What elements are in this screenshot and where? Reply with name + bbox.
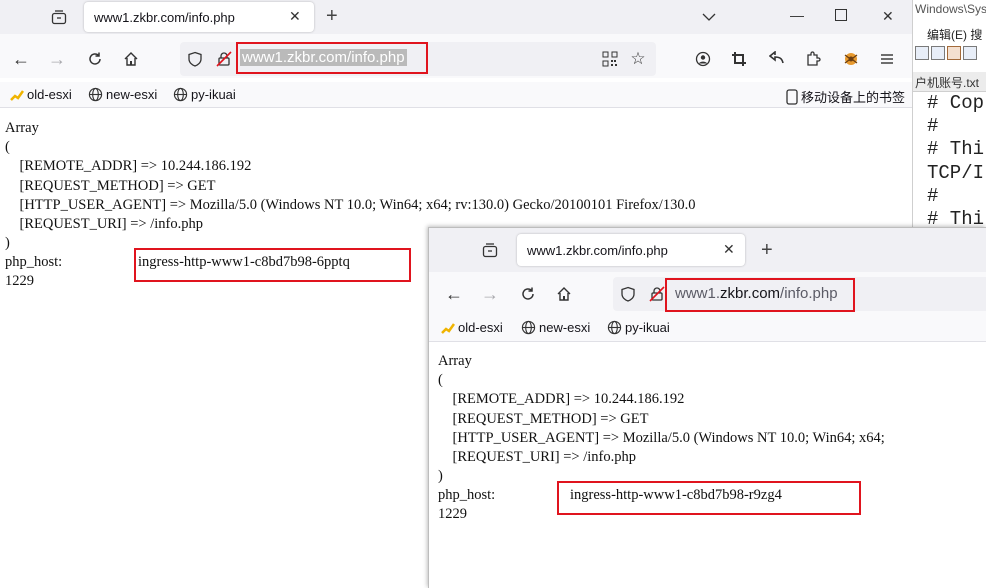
tab-list-icon[interactable] bbox=[477, 237, 503, 263]
editor-copy-icon[interactable] bbox=[931, 46, 945, 60]
folder-icon bbox=[10, 89, 24, 101]
bookmark-label: old-esxi bbox=[27, 87, 72, 102]
plus-icon[interactable]: + bbox=[761, 240, 773, 260]
globe-icon bbox=[173, 87, 188, 102]
bookmark-label: py-ikuai bbox=[191, 87, 236, 102]
bookmark-old-esxi[interactable]: old-esxi bbox=[10, 87, 72, 102]
globe-icon bbox=[607, 320, 622, 335]
addon-icon[interactable] bbox=[838, 46, 864, 72]
maximize-icon[interactable] bbox=[835, 9, 847, 23]
bookmark-label: 移动设备上的书签 bbox=[801, 90, 906, 105]
reload-icon[interactable] bbox=[515, 281, 541, 307]
editor-clip-icon[interactable] bbox=[963, 46, 977, 60]
close-icon[interactable]: ✕ bbox=[723, 241, 735, 258]
lock-slash-icon[interactable] bbox=[647, 284, 667, 304]
highlight-box-url bbox=[236, 42, 428, 74]
request-count: 1229 bbox=[5, 273, 34, 289]
reload-icon[interactable] bbox=[82, 46, 108, 72]
home-icon[interactable] bbox=[118, 46, 144, 72]
highlight-box-url bbox=[665, 278, 855, 312]
editor-title: Windows\Syste bbox=[915, 2, 986, 16]
back-arrow-icon[interactable]: ← bbox=[441, 281, 467, 307]
tab-title: www1.zkbr.com/info.php bbox=[527, 242, 668, 258]
minimize-icon[interactable]: — bbox=[790, 8, 804, 22]
request-count: 1229 bbox=[438, 506, 467, 522]
mobile-icon bbox=[786, 88, 798, 105]
close-icon[interactable]: ✕ bbox=[289, 8, 301, 25]
mobile-bookmarks[interactable]: 移动设备上的书签 bbox=[786, 87, 905, 106]
bookmark-py-ikuai[interactable]: py-ikuai bbox=[607, 320, 670, 335]
account-icon[interactable] bbox=[690, 46, 716, 72]
screenshot-icon[interactable] bbox=[726, 46, 752, 72]
qr-code-icon[interactable] bbox=[600, 49, 620, 69]
page-content: Array ( [REMOTE_ADDR] => 10.244.186.192 … bbox=[429, 342, 986, 588]
tab-active[interactable]: www1.zkbr.com/info.php ✕ bbox=[517, 234, 745, 266]
globe-icon bbox=[521, 320, 536, 335]
forward-arrow-icon[interactable]: → bbox=[477, 281, 503, 307]
editor-tab[interactable]: 户机账号.txt bbox=[913, 72, 986, 92]
editor-text: # Cop # # Thi TCP/I # # Thi bbox=[927, 92, 985, 231]
tab-active[interactable]: www1.zkbr.com/info.php ✕ bbox=[84, 2, 314, 32]
extensions-icon[interactable] bbox=[800, 46, 826, 72]
browser-window-2: www1.zkbr.com/info.php ✕ + ← → www1.zkbr… bbox=[428, 227, 986, 588]
window-close-icon[interactable]: ✕ bbox=[882, 9, 894, 23]
tab-bar: www1.zkbr.com/info.php ✕ + bbox=[429, 228, 986, 272]
bookmark-label: old-esxi bbox=[458, 320, 503, 335]
server-array-output: Array ( [REMOTE_ADDR] => 10.244.186.192 … bbox=[438, 353, 885, 485]
globe-icon bbox=[88, 87, 103, 102]
highlight-box-host bbox=[557, 481, 861, 515]
lock-slash-icon[interactable] bbox=[214, 49, 234, 69]
plus-icon[interactable]: + bbox=[326, 6, 338, 26]
nav-toolbar: ← → www1.zkbr.com/info.php bbox=[429, 272, 986, 316]
editor-save-icon[interactable] bbox=[915, 46, 929, 60]
tab-title: www1.zkbr.com/info.php bbox=[94, 9, 235, 25]
back-arrow-icon[interactable]: ← bbox=[8, 46, 34, 72]
bookmark-py-ikuai[interactable]: py-ikuai bbox=[173, 87, 236, 102]
menu-icon[interactable] bbox=[874, 46, 900, 72]
chevron-down-icon[interactable] bbox=[702, 10, 716, 24]
php-host-label: php_host: bbox=[5, 254, 63, 270]
bookmark-label: py-ikuai bbox=[625, 320, 670, 335]
shield-icon[interactable] bbox=[185, 49, 205, 69]
tab-bar: www1.zkbr.com/info.php ✕ + — ✕ bbox=[0, 0, 912, 34]
bookmark-label: new-esxi bbox=[106, 87, 158, 102]
tab-list-icon[interactable] bbox=[46, 4, 72, 30]
folder-icon bbox=[441, 322, 455, 334]
star-icon[interactable]: ☆ bbox=[628, 49, 648, 69]
highlight-box-host bbox=[134, 248, 411, 282]
bookmarks-toolbar: old-esxi new-esxi py-ikuai bbox=[429, 316, 986, 342]
bookmarks-toolbar: old-esxi new-esxi py-ikuai 移动设备上的书签 bbox=[0, 82, 912, 108]
bookmark-old-esxi[interactable]: old-esxi bbox=[441, 320, 503, 335]
bookmark-new-esxi[interactable]: new-esxi bbox=[88, 87, 157, 102]
bookmark-label: new-esxi bbox=[539, 320, 591, 335]
share-icon[interactable] bbox=[764, 46, 790, 72]
home-icon[interactable] bbox=[551, 281, 577, 307]
bookmark-new-esxi[interactable]: new-esxi bbox=[521, 320, 590, 335]
php-host-label: php_host: bbox=[438, 487, 496, 503]
editor-menu[interactable]: 编辑(E) 搜 bbox=[927, 26, 982, 43]
editor-toolbar bbox=[915, 46, 977, 60]
nav-toolbar: ← → www1.zkbr.com/info.php ☆ bbox=[0, 34, 912, 78]
editor-file-icon[interactable] bbox=[947, 46, 961, 60]
shield-icon[interactable] bbox=[618, 284, 638, 304]
forward-arrow-icon[interactable]: → bbox=[44, 46, 70, 72]
